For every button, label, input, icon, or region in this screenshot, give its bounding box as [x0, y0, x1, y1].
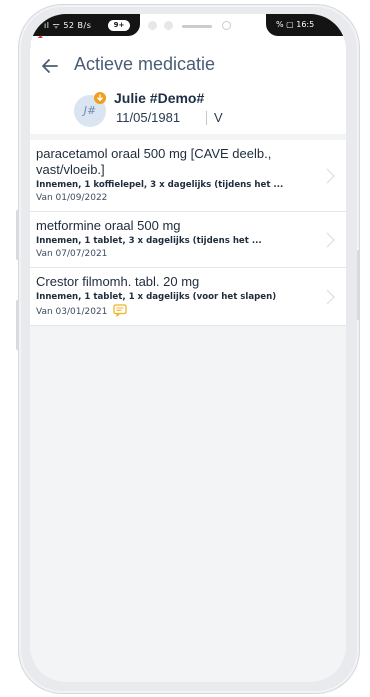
medication-list: paracetamol oraal 500 mg [CAVE deelb., v… — [30, 140, 346, 326]
medication-start-date: Van 01/09/2022 — [36, 193, 108, 203]
chevron-right-icon — [326, 288, 336, 305]
comment-icon[interactable] — [113, 304, 127, 317]
medication-dosage: Innemen, 1 tablet, 1 x dagelijks (voor h… — [36, 292, 277, 302]
medication-dosage: Innemen, 1 koffielepel, 3 x dagelijks (t… — [36, 180, 284, 190]
app-header: Actieve medicatie J# Julie #Demo# 11/05/… — [30, 38, 346, 134]
medication-title: Crestor filmomh. tabl. 20 mg — [36, 274, 200, 289]
list-item[interactable]: paracetamol oraal 500 mg [CAVE deelb., v… — [30, 140, 346, 212]
arrow-left-icon[interactable] — [40, 56, 60, 76]
patient-name: Julie #Demo# — [114, 90, 205, 106]
separator — [206, 111, 207, 125]
volume-button — [16, 210, 19, 260]
list-item[interactable]: Crestor filmomh. tabl. 20 mg Innemen, 1 … — [30, 268, 346, 326]
status-signal-text: ıl ᯤ 52 B/s — [44, 21, 92, 30]
power-button — [357, 250, 360, 320]
status-line-icon — [182, 25, 212, 28]
list-item[interactable]: metformine oraal 500 mg Innemen, 1 table… — [30, 212, 346, 268]
medication-start-date-row: Van 03/01/2021 — [36, 304, 310, 319]
medication-start-date: Van 07/07/2021 — [36, 249, 108, 259]
download-badge-icon — [94, 92, 106, 104]
status-time-text: % ▢ 16:5 — [276, 20, 315, 29]
side-button — [16, 300, 19, 350]
notification-count-badge: 9+ — [108, 20, 130, 31]
medication-dosage: Innemen, 1 tablet, 3 x dagelijks (tijden… — [36, 236, 262, 246]
status-bar-right: % ▢ 16:5 — [266, 14, 346, 36]
status-bar: ıl ᯤ 52 B/s 9+ % ▢ 16:5 — [30, 14, 346, 38]
medication-title: paracetamol oraal 500 mg [CAVE deelb., v… — [36, 146, 272, 177]
status-dot-icon — [164, 21, 173, 30]
status-bar-center — [142, 14, 252, 36]
status-bar-left: ıl ᯤ 52 B/s 9+ — [30, 14, 140, 36]
status-ring-icon — [222, 21, 231, 30]
medication-start-date: Van 03/01/2021 — [36, 307, 108, 317]
medication-title: metformine oraal 500 mg — [36, 218, 181, 233]
chevron-right-icon — [326, 167, 336, 184]
page-title: Actieve medicatie — [74, 54, 216, 74]
chevron-right-icon — [326, 231, 336, 248]
status-dot-icon — [148, 21, 157, 30]
patient-date-of-birth: 11/05/1981 — [116, 110, 181, 125]
patient-sex: V — [214, 110, 223, 125]
app-screen: ıl ᯤ 52 B/s 9+ % ▢ 16:5 Actieve medicati… — [30, 14, 346, 682]
